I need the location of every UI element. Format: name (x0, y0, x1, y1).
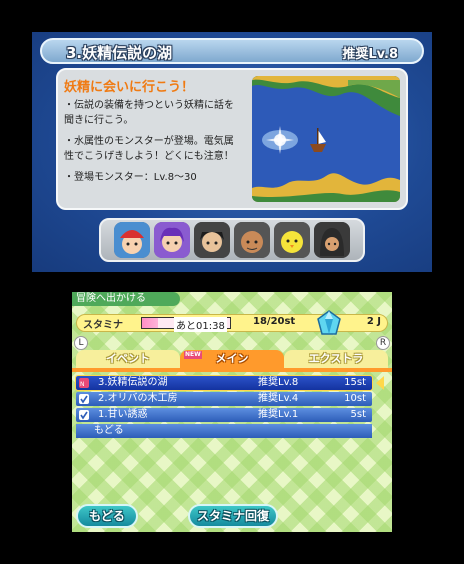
back-list-item[interactable]: もどる (76, 424, 372, 438)
quest-name: 1.甘い誘惑 (98, 409, 148, 420)
tab-event[interactable]: イベント (76, 350, 180, 368)
quest-stamina: 15st (344, 377, 366, 388)
bald-mii-icon (234, 222, 270, 258)
yellow-chick-mii-icon (274, 222, 310, 258)
description-line: ・伝説の装備を持つという妖精に話を (64, 100, 234, 111)
description-line: ・登場モンスター：Lv.8〜30 (64, 172, 197, 183)
l-shoulder-hint[interactable]: L (74, 336, 88, 350)
new-quest-icon: N (79, 378, 89, 388)
description-line: 聞きに行こう。 (64, 115, 134, 126)
hooded-mii-icon (314, 222, 350, 258)
quest-name: 2.オリバの木工房 (98, 393, 178, 404)
tab-main-label: メイン (215, 352, 249, 365)
quest-tabs: L R イベント NEW メイン エクストラ (72, 336, 392, 368)
check-icon (79, 394, 89, 404)
quest-title-bar: 3.妖精伝説の湖 推奨Lv.8 (40, 38, 424, 64)
stamina-gauge: あと01:38 (141, 317, 231, 332)
stamina-label: スタミナ (83, 320, 123, 331)
stamina-timer: あと01:38 (174, 317, 227, 332)
quest-list: N 3.妖精伝説の湖 推奨Lv.8 15st 2.オリバの木工房 推奨Lv.4 … (75, 375, 384, 438)
quest-level: 推奨Lv.1 (258, 409, 299, 420)
quest-row[interactable]: 1.甘い誘惑 推奨Lv.1 5st (76, 408, 372, 422)
quest-stamina: 5st (350, 409, 367, 420)
bottom-screen: 冒険へ出かける スタミナ あと01:38 18/20st 2 J L R イベン… (72, 292, 392, 532)
breadcrumb: 冒険へ出かける (72, 292, 180, 306)
stamina-recover-button[interactable]: スタミナ回復 (188, 504, 278, 528)
top-screen: 3.妖精伝説の湖 推奨Lv.8 妖精に会いに行こう！ ・伝説の装備を持つという妖… (32, 32, 432, 272)
lake-map-image (252, 76, 400, 202)
quest-title: 3.妖精伝説の湖 (66, 44, 173, 62)
recommended-level: 推奨Lv.8 (342, 47, 398, 62)
quest-name: 3.妖精伝説の湖 (98, 377, 168, 388)
selection-arrow-icon (376, 376, 384, 390)
tab-main[interactable]: NEW メイン (180, 350, 284, 368)
purple-hair-mii-icon (154, 222, 190, 258)
stamina-bar: スタミナ あと01:38 18/20st 2 J (76, 310, 388, 335)
description-line: 性でこうげきしよう！どくにも注意！ (64, 151, 234, 162)
r-shoulder-hint[interactable]: R (376, 336, 390, 350)
back-button[interactable]: もどる (76, 504, 138, 528)
quest-level: 推奨Lv.8 (258, 377, 299, 388)
stamina-count: 18/20st (253, 316, 296, 327)
red-cap-kid-icon (114, 222, 150, 258)
quest-stamina: 10st (344, 393, 366, 404)
svg-text:N: N (80, 381, 85, 388)
quest-level: 推奨Lv.4 (258, 393, 299, 404)
party-members (99, 218, 365, 262)
quest-row-selected[interactable]: N 3.妖精伝説の湖 推奨Lv.8 15st (75, 375, 384, 391)
tab-extra[interactable]: エクストラ (284, 350, 388, 368)
quest-info-card: 妖精に会いに行こう！ ・伝説の装備を持つという妖精に話を 聞きに行こう。 ・水属… (56, 68, 408, 210)
tab-underline (72, 368, 392, 372)
check-icon (79, 410, 89, 420)
quest-description: 妖精に会いに行こう！ ・伝説の装備を持つという妖精に話を 聞きに行こう。 ・水属… (64, 76, 254, 202)
description-heading: 妖精に会いに行こう！ (64, 80, 195, 95)
jewel-icon (317, 310, 341, 335)
dark-mask-mii-icon (194, 222, 230, 258)
new-badge: NEW (184, 351, 202, 359)
jewel-count: 2 J (366, 316, 381, 327)
quest-row[interactable]: 2.オリバの木工房 推奨Lv.4 10st (76, 392, 372, 406)
description-line: ・水属性のモンスターが登場。電気属 (64, 136, 234, 147)
